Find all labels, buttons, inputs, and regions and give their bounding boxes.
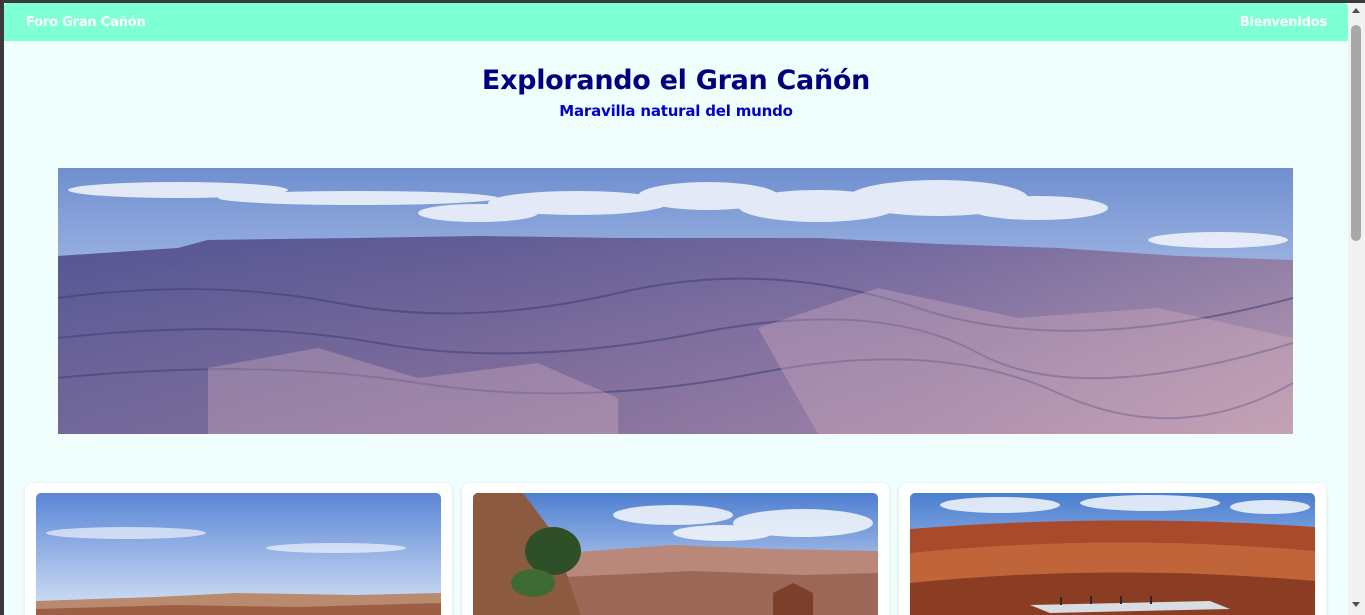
page-subtitle: Maravilla natural del mundo <box>559 102 793 120</box>
browser-viewport: Foro Gran Cañón Bienvenidos Explorando e… <box>4 3 1348 615</box>
brand-link[interactable]: Foro Gran Cañón <box>26 15 146 30</box>
page-scrollbar[interactable] <box>1348 3 1365 615</box>
canyon-trail-view-image <box>473 493 878 615</box>
page-title: Explorando el Gran Cañón <box>481 65 871 96</box>
scrollbar-thumb[interactable] <box>1351 25 1361 241</box>
gallery-card-2[interactable] <box>462 483 889 615</box>
gallery-card-1[interactable] <box>25 483 452 615</box>
top-navbar: Foro Gran Cañón Bienvenidos <box>4 3 1348 41</box>
scroll-down-arrow-icon[interactable] <box>1352 602 1360 607</box>
scroll-up-arrow-icon[interactable] <box>1352 8 1360 13</box>
grand-canyon-banner-image <box>58 168 1293 434</box>
canyon-skywalk-view-image <box>910 493 1315 615</box>
gallery-card-3[interactable] <box>899 483 1326 615</box>
welcome-link[interactable]: Bienvenidos <box>1240 15 1327 30</box>
canyon-rim-view-image <box>36 493 441 615</box>
